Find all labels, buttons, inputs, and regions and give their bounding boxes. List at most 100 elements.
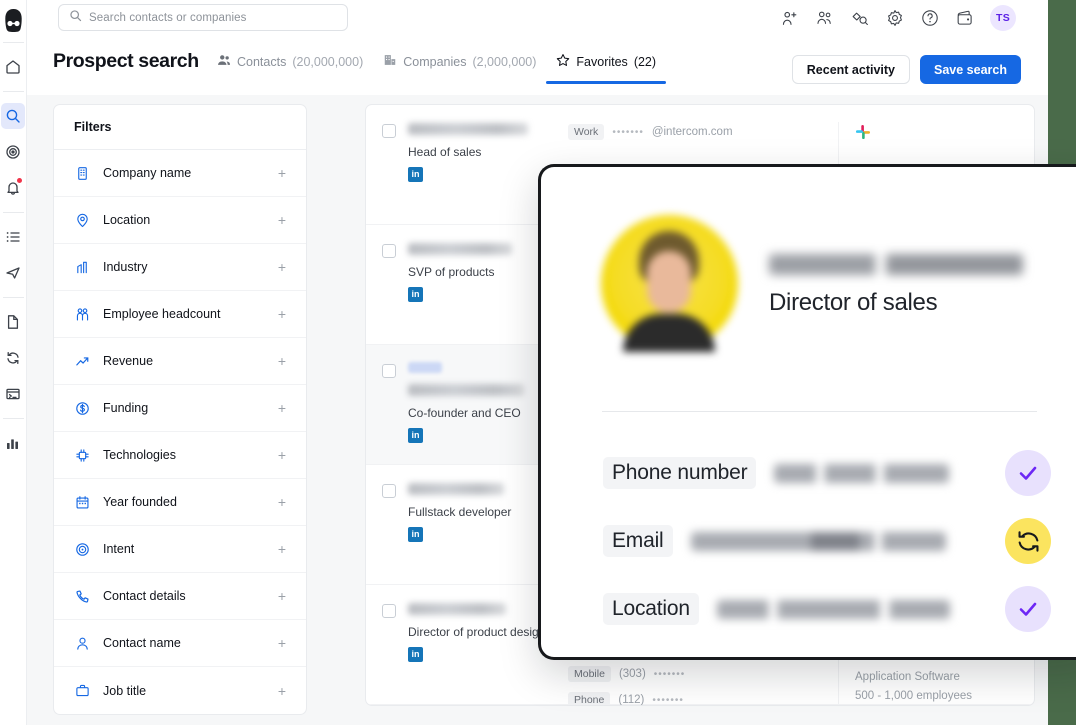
search-input[interactable]: Search contacts or companies — [58, 4, 348, 31]
expand-icon[interactable]: + — [278, 684, 286, 698]
filter-label: Employee headcount — [103, 307, 221, 321]
filter-industry[interactable]: Industry + — [54, 244, 306, 291]
filter-label: Revenue — [103, 354, 154, 368]
tab-contacts[interactable]: Contacts (20,000,000) — [207, 53, 373, 84]
contact-name-redacted — [769, 254, 1023, 275]
sidebar-item-console[interactable] — [1, 381, 25, 407]
expand-icon[interactable]: + — [278, 354, 286, 368]
header-actions: Recent activity Save search — [791, 55, 1021, 84]
linkedin-icon[interactable]: in — [408, 287, 423, 302]
contact-name-redacted — [408, 243, 512, 255]
filter-year-founded[interactable]: Year founded + — [54, 479, 306, 526]
expand-icon[interactable]: + — [278, 542, 286, 556]
sidebar-item-analytics[interactable] — [1, 430, 25, 456]
row-checkbox[interactable] — [382, 484, 396, 498]
help-icon[interactable] — [920, 9, 939, 28]
rail-divider — [2, 297, 24, 298]
refresh-icon[interactable] — [1005, 518, 1051, 564]
modal-detail-rows: Phone number Email Location — [541, 412, 1076, 643]
filter-contact-name[interactable]: Contact name + — [54, 620, 306, 667]
row-checkbox[interactable] — [382, 244, 396, 258]
detail-row-phone: Phone number — [603, 439, 1076, 507]
linkedin-icon[interactable]: in — [408, 167, 423, 182]
filter-label: Year founded — [103, 495, 177, 509]
building-icon — [383, 53, 397, 70]
expand-icon[interactable]: + — [278, 166, 286, 180]
contact-photo — [601, 215, 738, 352]
recent-activity-button[interactable]: Recent activity — [791, 55, 911, 84]
page-header: Prospect search Contacts (20,000,000) Co… — [27, 36, 1048, 131]
phone-type-tag: Phone — [568, 692, 611, 705]
company-headcount: 500 - 1,000 employees — [855, 690, 972, 702]
target-icon — [74, 541, 90, 557]
sidebar-item-sync[interactable] — [1, 345, 25, 371]
sidebar-item-home[interactable] — [1, 54, 25, 80]
row-checkbox[interactable] — [382, 124, 396, 138]
phone-line: Phone (112) ••••••• — [568, 692, 838, 706]
sidebar-item-documents[interactable] — [1, 309, 25, 335]
sidebar-item-search[interactable] — [1, 103, 25, 129]
expand-icon[interactable]: + — [278, 260, 286, 274]
detail-row-email: Email — [603, 507, 1076, 575]
expand-icon[interactable]: + — [278, 401, 286, 415]
expand-icon[interactable]: + — [278, 448, 286, 462]
expand-icon[interactable]: + — [278, 213, 286, 227]
filter-technologies[interactable]: Technologies + — [54, 432, 306, 479]
filter-label: Contact name — [103, 636, 181, 650]
tab-contacts-label: Contacts — [237, 54, 287, 69]
expand-icon[interactable]: + — [278, 589, 286, 603]
filter-contact-details[interactable]: Contact details + — [54, 573, 306, 620]
tab-favorites-label: Favorites — [576, 54, 628, 69]
filter-revenue[interactable]: Revenue + — [54, 338, 306, 385]
detail-key: Location — [603, 593, 699, 625]
linkedin-icon[interactable]: in — [408, 428, 423, 443]
detail-key: Phone number — [603, 457, 757, 489]
tab-bar: Contacts (20,000,000) Companies (2,000,0… — [207, 53, 666, 84]
filter-funding[interactable]: Funding + — [54, 385, 306, 432]
row-badge-redacted — [408, 362, 442, 373]
filters-title: Filters — [54, 105, 306, 150]
filter-location[interactable]: Location + — [54, 197, 306, 244]
detail-key: Email — [603, 525, 673, 557]
avatar[interactable]: TS — [990, 5, 1016, 31]
star-icon — [556, 53, 570, 70]
email-redacted: ••••••• — [612, 126, 644, 138]
expand-icon[interactable]: + — [278, 495, 286, 509]
save-search-button[interactable]: Save search — [920, 55, 1021, 84]
sidebar-item-notifications[interactable] — [1, 175, 25, 201]
filters-panel: Filters Company name + Location + Indust… — [53, 104, 307, 715]
sidebar-item-intent[interactable] — [1, 139, 25, 165]
linkedin-icon[interactable]: in — [408, 527, 423, 542]
add-user-icon[interactable] — [780, 9, 799, 28]
person-logo-icon[interactable] — [0, 4, 26, 36]
wallet-icon[interactable] — [955, 9, 974, 28]
modal-header: Director of sales — [541, 167, 1076, 352]
verify-check-icon[interactable] — [1005, 450, 1051, 496]
gear-icon[interactable] — [885, 9, 904, 28]
row-checkbox[interactable] — [382, 604, 396, 618]
sidebar-item-campaigns[interactable] — [1, 260, 25, 286]
verify-check-icon[interactable] — [1005, 586, 1051, 632]
filter-job-title[interactable]: Job title + — [54, 667, 306, 714]
row-checkbox[interactable] — [382, 364, 396, 378]
filter-employee-headcount[interactable]: Employee headcount + — [54, 291, 306, 338]
search-icon — [69, 9, 82, 27]
linkedin-icon[interactable]: in — [408, 647, 423, 662]
email-domain: @intercom.com — [651, 126, 733, 138]
expand-icon[interactable]: + — [278, 636, 286, 650]
expand-icon[interactable]: + — [278, 307, 286, 321]
phone-area-code: (112) — [618, 694, 645, 706]
filter-label: Company name — [103, 166, 192, 180]
company-industry: Application Software — [855, 671, 960, 683]
people-icon[interactable] — [815, 9, 834, 28]
mobile-type-tag: Mobile — [568, 666, 611, 682]
tag-icon[interactable] — [850, 9, 869, 28]
filter-intent[interactable]: Intent + — [54, 526, 306, 573]
notification-badge-dot — [17, 178, 22, 183]
tab-favorites[interactable]: Favorites (22) — [546, 53, 666, 84]
filter-company-name[interactable]: Company name + — [54, 150, 306, 197]
sidebar-item-lists[interactable] — [1, 224, 25, 250]
left-nav-rail — [0, 0, 27, 725]
tab-companies[interactable]: Companies (2,000,000) — [373, 53, 546, 84]
contacts-icon — [217, 53, 231, 70]
